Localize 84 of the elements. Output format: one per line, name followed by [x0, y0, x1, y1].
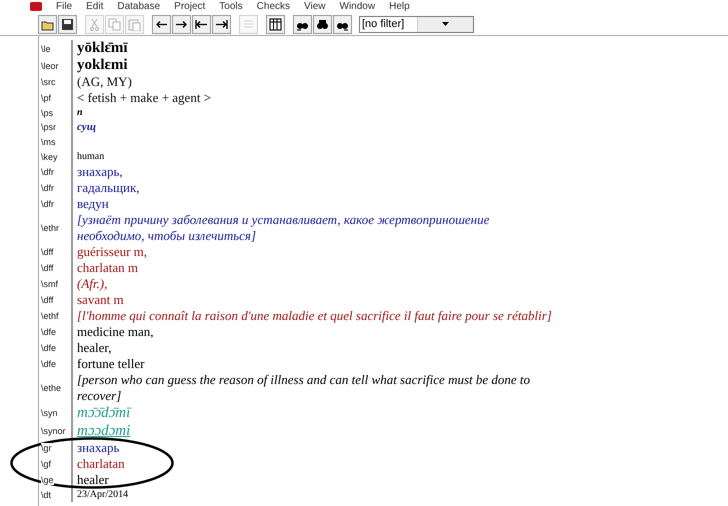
- toolbar-button[interactable]: [192, 14, 211, 34]
- field-value: < fetish + make + agent >: [76, 90, 212, 106]
- field-value: знахарь: [76, 440, 120, 456]
- field-marker: \dfe: [41, 327, 56, 337]
- field-marker: \ms: [41, 137, 56, 147]
- menu-item[interactable]: Checks: [256, 1, 290, 12]
- dropdown-arrow-icon: [442, 22, 449, 26]
- list-icon: [242, 18, 255, 30]
- field-value: mɔ̄ɔ̄dɔ̄mī: [76, 404, 132, 422]
- clipboard-icon: [128, 18, 141, 30]
- field-marker: \dfr: [41, 199, 54, 209]
- menu-item[interactable]: View: [304, 1, 326, 12]
- menu-item[interactable]: Database: [117, 1, 160, 12]
- field-marker: \dfr: [41, 167, 54, 177]
- field-marker: \ethr: [41, 223, 60, 233]
- field-marker: \leor: [41, 60, 59, 70]
- toolbar-button[interactable]: [58, 14, 77, 34]
- toolbar-button[interactable]: [38, 14, 57, 34]
- field-value: 23/Apr/2014: [76, 488, 130, 502]
- field-marker: \smf: [41, 279, 58, 289]
- menu-item[interactable]: File: [56, 1, 72, 12]
- columns-icon: [269, 18, 282, 30]
- copy-icon: [108, 18, 121, 30]
- field-marker: \dff: [41, 263, 54, 273]
- toolbar-button[interactable]: [293, 14, 312, 34]
- toolbar-button[interactable]: [152, 14, 171, 34]
- field-marker: \key: [41, 152, 58, 162]
- field-value: healer,: [76, 340, 112, 356]
- field-value: savant m: [76, 292, 125, 308]
- field-marker: \syn: [41, 408, 58, 418]
- field-marker: \dfe: [41, 359, 56, 369]
- toolbar-button[interactable]: [313, 14, 332, 34]
- field-value: guérisseur m,: [76, 244, 148, 260]
- floppy-icon: [61, 18, 74, 30]
- field-marker: \dff: [41, 247, 54, 257]
- toolbar-button[interactable]: [172, 14, 191, 34]
- field-marker: \ge: [41, 475, 54, 485]
- field-value: [узнаёт причину заболевания и устанавливает, какое жертвоприношение необходимо, чтобы излечиться]: [76, 212, 490, 244]
- field-marker: \ethe: [41, 383, 62, 393]
- field-value: yoklɛmi: [76, 57, 129, 74]
- field-marker: \ethf: [41, 311, 59, 321]
- field-marker: \src: [41, 77, 56, 87]
- field-marker: \dfe: [41, 343, 56, 353]
- field-value: [person who can guess the reason of illness and can tell what sacrifice must be done to recover]: [76, 372, 532, 404]
- toolbar-button[interactable]: [333, 14, 352, 34]
- field-value: mɔɔdɔmi: [76, 422, 132, 440]
- field-marker: \le: [41, 44, 51, 54]
- field-value: n: [76, 106, 84, 120]
- field-value: yōklɛ̄mī: [76, 40, 129, 57]
- field-marker: \psr: [41, 122, 56, 132]
- first-arrow-icon: [195, 18, 208, 30]
- field-marker: \ps: [41, 108, 54, 118]
- field-value: ведун: [76, 196, 110, 212]
- field-marker: \dff: [41, 295, 54, 305]
- field-marker: \pf: [41, 93, 52, 103]
- scissors-icon: [88, 18, 101, 30]
- field-marker: \dfr: [41, 183, 54, 193]
- field-value: (AG, MY): [76, 74, 133, 90]
- last-arrow-icon: [215, 18, 228, 30]
- menu-item[interactable]: Tools: [219, 1, 243, 12]
- menu-item[interactable]: Project: [174, 1, 206, 12]
- field-value: human: [76, 150, 106, 164]
- field-value: fortune teller: [76, 356, 146, 372]
- field-value: charlatan m: [76, 260, 139, 276]
- menu-item[interactable]: Window: [340, 1, 376, 12]
- field-value: healer: [76, 472, 110, 488]
- menu-item[interactable]: Help: [389, 1, 410, 12]
- field-marker: \gf: [41, 459, 52, 469]
- filter-dropdown[interactable]: [no filter]: [359, 16, 474, 32]
- toolbar-button[interactable]: [212, 14, 231, 34]
- field-value: знахарь,: [76, 164, 124, 180]
- field-value: charlatan: [76, 456, 126, 472]
- field-value: сущ: [76, 120, 97, 134]
- field-value: [l'homme qui connaît la raison d'une maladie et quel sacrifice il faut faire pour se rétablir]: [76, 308, 553, 324]
- field-value: гадальщик,: [76, 180, 141, 196]
- field-value: medicine man,: [76, 324, 155, 340]
- app-icon: [30, 2, 42, 11]
- field-marker: \synor: [41, 426, 66, 436]
- toolbar-button[interactable]: [266, 14, 285, 34]
- field-marker: \gr: [41, 443, 52, 453]
- field-marker: \dt: [41, 490, 52, 500]
- field-value: (Afr.),: [76, 276, 108, 292]
- menu-item[interactable]: Edit: [86, 1, 104, 12]
- binoculars-icon: [316, 18, 329, 30]
